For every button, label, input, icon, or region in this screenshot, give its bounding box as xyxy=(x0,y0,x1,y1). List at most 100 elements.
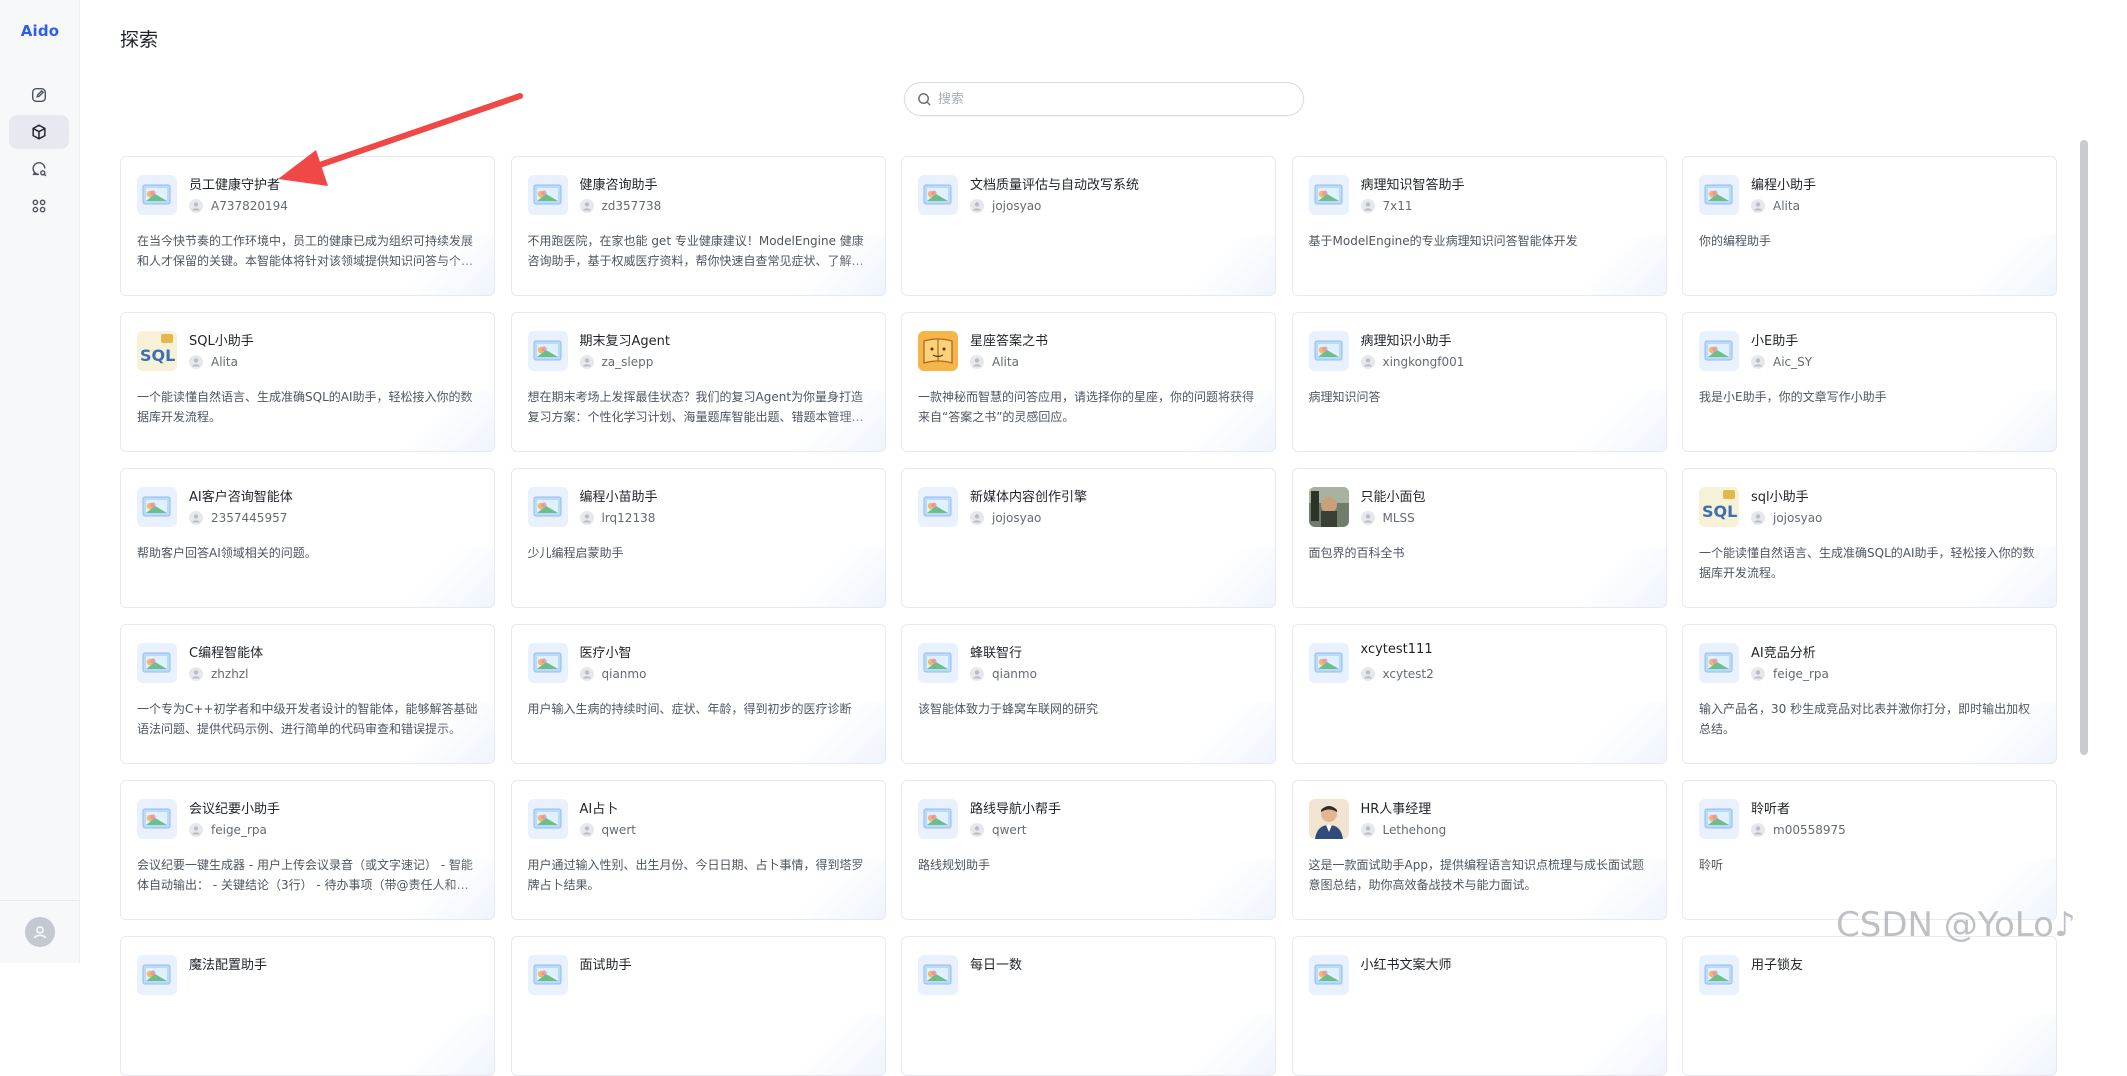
agent-author: qwert xyxy=(970,823,1026,837)
agent-avatar-icon xyxy=(137,799,177,839)
agent-avatar-icon xyxy=(137,643,177,683)
agent-card[interactable]: 每日一数 xyxy=(901,936,1276,1076)
agent-description: 你的编程助手 xyxy=(1699,234,1772,248)
agent-description: 该智能体致力于蜂窝车联网的研究 xyxy=(918,702,1099,716)
agent-avatar xyxy=(1699,175,1739,215)
search-box[interactable] xyxy=(904,82,1304,116)
agent-description: 输入产品名，30 秒生成竞品对比表并激你打分，即时输出加权总结。 xyxy=(1699,702,2031,736)
agent-avatar-icon xyxy=(918,331,958,371)
agent-avatar-icon xyxy=(918,643,958,683)
agent-card[interactable]: 用子锁友 xyxy=(1682,936,2057,1076)
agent-title: 小红书文案大师 xyxy=(1360,958,1452,973)
agent-avatar xyxy=(1308,175,1349,215)
agent-title: 魔法配置助手 xyxy=(189,958,268,973)
agent-card[interactable]: 编程小助手 Alita 你的编程助手 xyxy=(1682,156,2057,296)
agent-description: 帮助客户回答AI领域相关的问题。 xyxy=(137,546,317,560)
sidebar-divider xyxy=(0,900,79,901)
user-icon xyxy=(1751,511,1765,525)
agent-card[interactable]: HR人事经理 Lethehong 这是一款面试助手App，提供编程语言知识点梳理与成… xyxy=(1291,780,1667,920)
agent-card-grid: 员工健康守护者 A737820194 在当今快节奏的工作环境中，员工的健康已成为组织… xyxy=(120,156,2057,1076)
agent-card[interactable]: 期末复习Agent za_slepp 想在期末考场上发挥最佳状态？我们的复习Agen… xyxy=(510,312,886,452)
user-icon xyxy=(189,667,203,681)
search-input[interactable] xyxy=(938,91,1268,107)
agent-card[interactable]: SQL sql小助手 jojosyao 一个能读懂自然语言、生成准确SQL的AI助手，… xyxy=(1682,468,2057,608)
explore-nav-button[interactable] xyxy=(9,115,69,149)
agent-avatar-icon xyxy=(527,331,568,371)
agent-card[interactable]: 医疗小智 qianmo 用户输入生病的持续时间、症状、年龄，得到初步的医疗诊断 xyxy=(510,624,886,764)
user-icon xyxy=(579,667,594,681)
agent-card[interactable]: 文档质量评估与自动改写系统 jojosyao xyxy=(901,156,1276,296)
agent-title: 医疗小智 xyxy=(579,646,632,661)
agent-avatar-icon xyxy=(527,955,568,995)
agent-card[interactable]: AI竞品分析 feige_rpa 输入产品名，30 秒生成竞品对比表并激你打分，即时… xyxy=(1682,624,2057,764)
agent-card[interactable]: 编程小苗助手 lrq12138 少儿编程启蒙助手 xyxy=(510,468,886,608)
agent-card[interactable]: 星座答案之书 Alita 一款神秘而智慧的问答应用，请选择你的星座，你的问题将获得来… xyxy=(901,312,1276,452)
agent-card[interactable]: 健康咨询助手 zd357738 不用跑医院，在家也能 get 专业健康建议！Mode… xyxy=(510,156,886,296)
agent-card[interactable]: 魔法配置助手 xyxy=(120,936,495,1076)
agent-title: AI客户咨询智能体 xyxy=(189,490,293,505)
agent-description: 在当今快节奏的工作环境中，员工的健康已成为组织可持续发展和人才保留的关键。本智能… xyxy=(137,234,474,268)
agent-description: 这是一款面试助手App，提供编程语言知识点梳理与成长面试题意图总结，助你高效备战… xyxy=(1308,858,1644,892)
user-icon xyxy=(1751,667,1765,681)
agent-avatar: SQL xyxy=(137,331,177,371)
search-icon xyxy=(918,92,931,106)
edit-nav-button[interactable] xyxy=(9,78,69,112)
sidebar: Aido xyxy=(0,0,80,963)
author-name: qianmo xyxy=(601,667,647,681)
agent-card[interactable]: 蜂联智行 qianmo 该智能体致力于蜂窝车联网的研究 xyxy=(901,624,1276,764)
agent-card[interactable]: 聆听者 m00558975 聆听 xyxy=(1682,780,2057,920)
user-icon xyxy=(1360,355,1375,369)
agent-card[interactable]: 小E助手 Aic_SY 我是小E助手，你的文章写作小助手 xyxy=(1682,312,2057,452)
agent-author: jojosyao xyxy=(1751,511,1822,525)
agent-card[interactable]: 员工健康守护者 A737820194 在当今快节奏的工作环境中，员工的健康已成为组织… xyxy=(120,156,495,296)
author-name: xcytest2 xyxy=(1382,667,1434,681)
agent-title: 只能小面包 xyxy=(1360,490,1426,505)
author-name: feige_rpa xyxy=(1773,667,1829,681)
agent-card[interactable]: xcytest111 xcytest2 xyxy=(1291,624,1667,764)
user-icon xyxy=(579,199,594,213)
agent-card[interactable]: 病理知识小助手 xingkongf001 病理知识问答 xyxy=(1291,312,1667,452)
agent-author: 2357445957 xyxy=(189,511,287,525)
author-name: zd357738 xyxy=(601,199,662,213)
agent-card[interactable]: SQL SQL小助手 Alita 一个能读懂自然语言、生成准确SQL的AI助手，轻松接… xyxy=(120,312,495,452)
agent-card[interactable]: 新媒体内容创作引擎 jojosyao xyxy=(901,468,1276,608)
user-avatar[interactable] xyxy=(25,917,55,947)
agent-title: C编程智能体 xyxy=(189,646,264,661)
agent-description: 病理知识问答 xyxy=(1308,390,1381,404)
agent-avatar-icon xyxy=(137,175,177,215)
agent-avatar xyxy=(1308,487,1349,527)
agent-avatar xyxy=(527,487,568,527)
svg-text:SQL: SQL xyxy=(1702,502,1737,521)
agent-card[interactable]: 会议纪要小助手 feige_rpa 会议纪要一键生成器 - 用户上传会议录音（或文字… xyxy=(120,780,495,920)
agent-title: HR人事经理 xyxy=(1360,802,1432,817)
scrollbar-thumb[interactable] xyxy=(2080,140,2088,755)
user-icon xyxy=(189,355,203,369)
apps-nav-button[interactable] xyxy=(9,189,69,223)
agent-card[interactable]: AI客户咨询智能体 2357445957 帮助客户回答AI领域相关的问题。 xyxy=(120,468,495,608)
agent-card[interactable]: AI占卜 qwert 用户通过输入性别、出生月份、今日日期、占卜事情，得到塔罗牌占卜… xyxy=(510,780,886,920)
agent-card[interactable]: C编程智能体 zhzhzl 一个专为C++初学者和中级开发者设计的智能体，能够解答基… xyxy=(120,624,495,764)
agent-card[interactable]: 病理知识智答助手 7x11 基于ModelEngine的专业病理知识问答智能体开发 xyxy=(1291,156,1667,296)
agent-title: 编程小苗助手 xyxy=(579,490,658,505)
author-name: 2357445957 xyxy=(211,511,288,525)
user-icon xyxy=(970,667,984,681)
agent-title: 星座答案之书 xyxy=(970,334,1049,349)
author-name: za_slepp xyxy=(601,355,654,369)
agent-description: 一个能读懂自然语言、生成准确SQL的AI助手，轻松接入你的数据库开发流程。 xyxy=(1699,546,2035,580)
agent-description: 一款神秘而智慧的问答应用，请选择你的星座，你的问题将获得来自“答案之书”的灵感回… xyxy=(918,390,1255,424)
user-icon xyxy=(1360,511,1375,525)
agent-card[interactable]: 面试助手 xyxy=(510,936,886,1076)
agent-title: 蜂联智行 xyxy=(970,646,1023,661)
agent-description: 会议纪要一键生成器 - 用户上传会议录音（或文字速记） - 智能体自动输出： -… xyxy=(137,858,473,892)
agent-card[interactable]: 小红书文案大师 xyxy=(1291,936,1667,1076)
agent-avatar-icon xyxy=(1308,955,1349,995)
app-logo[interactable]: Aido xyxy=(0,22,80,40)
agent-card[interactable]: 路线导航小帮手 qwert 路线规划助手 xyxy=(901,780,1276,920)
agent-card[interactable]: 只能小面包 MLSS 面包界的百科全书 xyxy=(1291,468,1667,608)
agent-description: 基于ModelEngine的专业病理知识问答智能体开发 xyxy=(1308,234,1578,248)
agent-avatar-icon xyxy=(1308,487,1349,527)
agent-author: Alita xyxy=(970,355,1019,369)
agent-avatar xyxy=(918,175,958,215)
chat-nav-button[interactable] xyxy=(9,152,69,186)
agent-title: 聆听者 xyxy=(1751,802,1791,817)
